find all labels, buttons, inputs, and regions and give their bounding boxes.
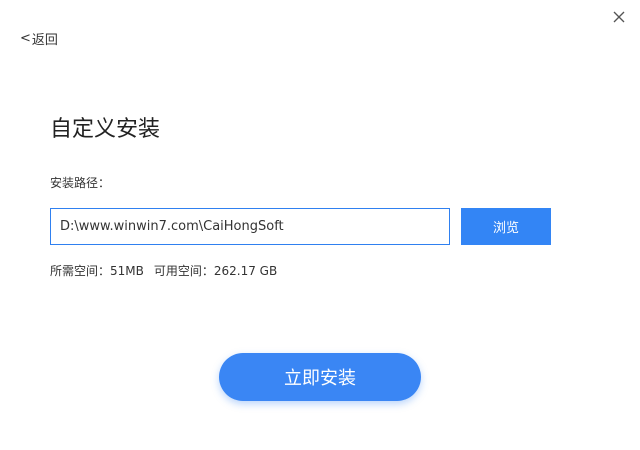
back-button[interactable]: < 返回 xyxy=(20,29,58,48)
required-space-text: 所需空间：51MB xyxy=(50,264,144,278)
page-title: 自定义安装 xyxy=(50,117,161,142)
available-space-text: 可用空间：262.17 GB xyxy=(153,264,278,278)
chevron-left-icon: < xyxy=(20,31,31,46)
installer-window: < 返回 自定义安装 安装路径： 浏览 所需空间：51MB 可用空间：262.17… xyxy=(0,0,640,450)
browse-button[interactable]: 浏览 xyxy=(461,208,551,245)
close-icon xyxy=(613,11,625,23)
install-now-button[interactable]: 立即安装 xyxy=(219,353,421,401)
install-path-input[interactable] xyxy=(50,208,450,245)
close-button[interactable] xyxy=(610,8,628,26)
back-label: 返回 xyxy=(31,33,58,48)
space-info: 所需空间：51MB 可用空间：262.17 GB xyxy=(50,262,277,279)
install-path-label: 安装路径： xyxy=(50,176,111,190)
